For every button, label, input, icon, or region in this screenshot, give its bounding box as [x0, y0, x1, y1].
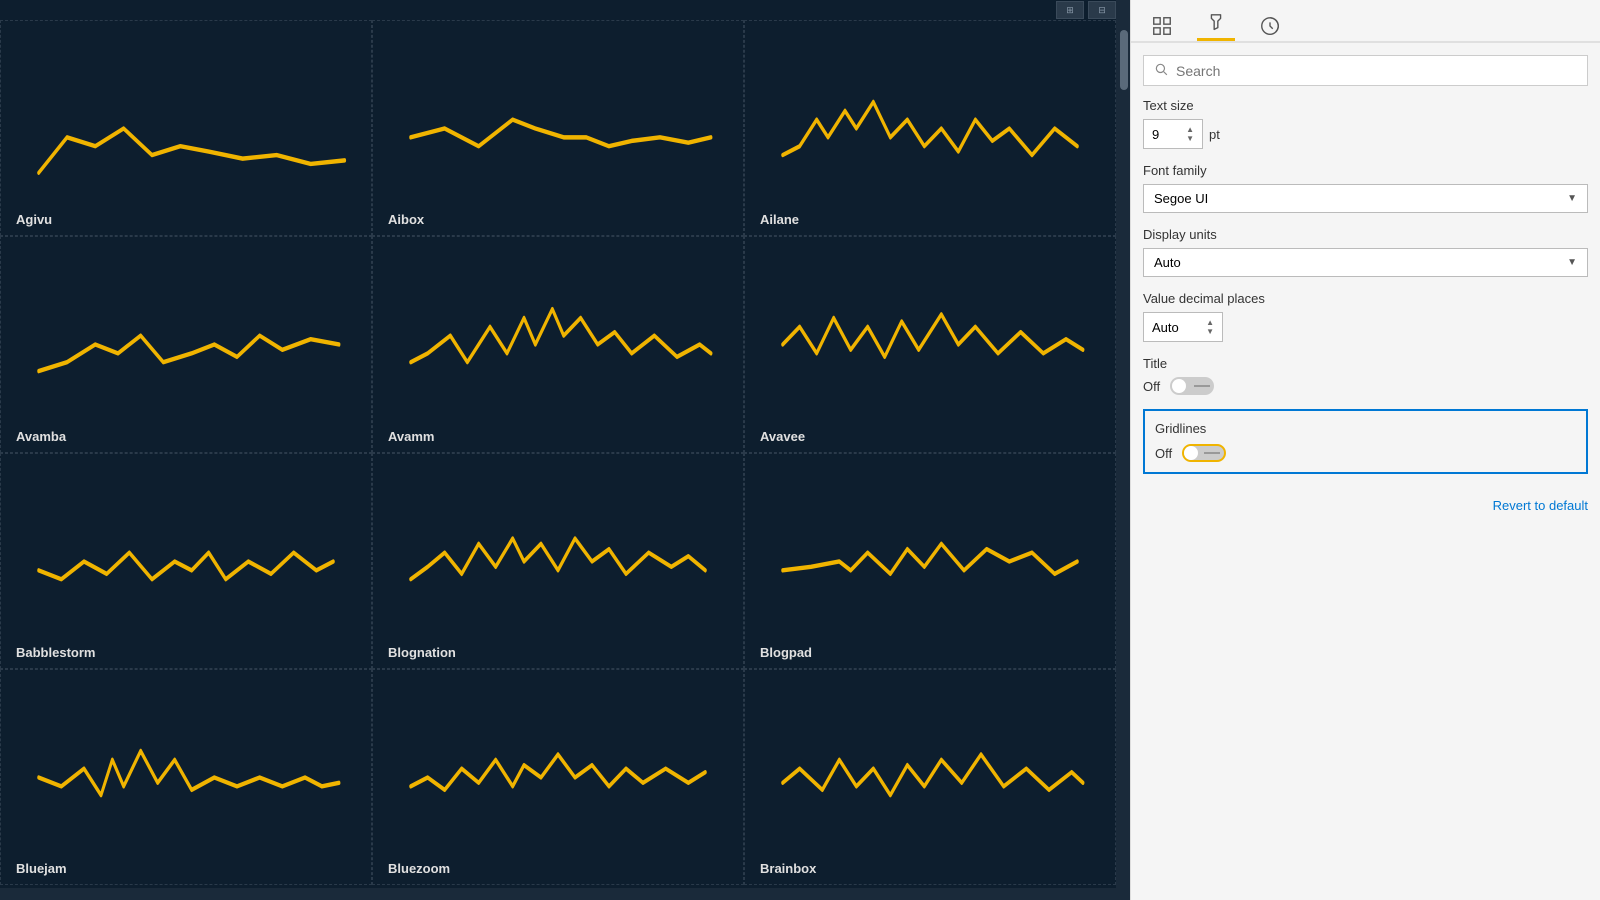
search-box[interactable]: [1143, 55, 1588, 86]
sparkline-cell-brainbox[interactable]: Brainbox: [744, 669, 1116, 885]
tab-format[interactable]: [1197, 8, 1235, 41]
sparkline-label-avamba: Avamba: [16, 429, 356, 444]
vertical-scrollbar[interactable]: [1116, 0, 1130, 900]
sparkline-cell-ailane[interactable]: Ailane: [744, 20, 1116, 236]
gridlines-highlight-box: Gridlines Off: [1143, 409, 1588, 474]
title-toggle-thumb: [1172, 379, 1186, 393]
text-size-label: Text size: [1143, 98, 1588, 113]
sparkline-blogpad: [760, 464, 1100, 641]
value-decimal-label: Value decimal places: [1143, 291, 1588, 306]
gridlines-toggle-off-label: Off: [1155, 446, 1172, 461]
sparkline-label-babblestorm: Babblestorm: [16, 645, 356, 660]
sparkline-ailane: [760, 31, 1100, 208]
value-decimal-setting: Value decimal places Auto ▲ ▼: [1143, 291, 1588, 342]
gridlines-label: Gridlines: [1155, 421, 1576, 436]
sparkline-cell-blognation[interactable]: Blognation: [372, 453, 744, 669]
title-toggle[interactable]: [1170, 377, 1214, 395]
text-size-spinner[interactable]: ▲ ▼: [1186, 125, 1194, 143]
gridlines-toggle-thumb: [1184, 446, 1198, 460]
text-size-input[interactable]: 9 ▲ ▼: [1143, 119, 1203, 149]
sparkline-grid: Agivu Aibox Ailane Avamba Avamm Avavee Babbles…: [0, 20, 1116, 885]
tab-grid[interactable]: [1143, 11, 1181, 41]
sparkline-cell-aibox[interactable]: Aibox: [372, 20, 744, 236]
sparkline-label-blognation: Blognation: [388, 645, 728, 660]
text-size-setting: Text size 9 ▲ ▼ pt: [1143, 98, 1588, 149]
sparkline-cell-avavee[interactable]: Avavee: [744, 236, 1116, 452]
sparkline-cell-bluezoom[interactable]: Bluezoom: [372, 669, 744, 885]
sparkline-cell-avamm[interactable]: Avamm: [372, 236, 744, 452]
font-family-dropdown[interactable]: Segoe UI ▼: [1143, 184, 1588, 213]
sparkline-brainbox: [760, 680, 1100, 857]
sparkline-cell-avamba[interactable]: Avamba: [0, 236, 372, 452]
sparkline-agivu: [16, 31, 356, 208]
sparkline-bluezoom: [388, 680, 728, 857]
view-icon-1[interactable]: ⊞: [1056, 1, 1084, 19]
view-icon-2[interactable]: ⊟: [1088, 1, 1116, 19]
horizontal-scrollbar[interactable]: [0, 888, 1116, 900]
sparkline-babblestorm: [16, 464, 356, 641]
sparkline-label-blogpad: Blogpad: [760, 645, 1100, 660]
display-units-label: Display units: [1143, 227, 1588, 242]
search-icon: [1154, 62, 1168, 79]
sparkline-label-bluezoom: Bluezoom: [388, 861, 728, 876]
display-units-dropdown[interactable]: Auto ▼: [1143, 248, 1588, 277]
search-input[interactable]: [1176, 63, 1577, 79]
gridlines-setting: Gridlines Off: [1143, 409, 1588, 474]
title-toggle-row: Off: [1143, 377, 1588, 395]
sparkline-avavee: [760, 247, 1100, 424]
title-toggle-line: [1194, 385, 1210, 387]
sparkline-label-agivu: Agivu: [16, 212, 356, 227]
sparkline-bluejam: [16, 680, 356, 857]
gridlines-toggle-row: Off: [1155, 444, 1576, 462]
format-panel: Text size 9 ▲ ▼ pt Font family Segoe UI …: [1130, 0, 1600, 900]
settings-section: Text size 9 ▲ ▼ pt Font family Segoe UI …: [1131, 98, 1600, 900]
font-family-setting: Font family Segoe UI ▼: [1143, 163, 1588, 213]
font-family-arrow: ▼: [1567, 193, 1577, 204]
display-units-setting: Display units Auto ▼: [1143, 227, 1588, 277]
top-bar: ⊞ ⊟: [1056, 0, 1116, 20]
decimal-spinner[interactable]: ▲ ▼: [1206, 318, 1214, 336]
sparkline-cell-agivu[interactable]: Agivu: [0, 20, 372, 236]
panel-tab-icons: [1131, 0, 1600, 43]
title-toggle-off-label: Off: [1143, 379, 1160, 394]
display-units-arrow: ▼: [1567, 257, 1577, 268]
sparkline-cell-bluejam[interactable]: Bluejam: [0, 669, 372, 885]
value-decimal-input[interactable]: Auto ▲ ▼: [1143, 312, 1223, 342]
sparkline-label-aibox: Aibox: [388, 212, 728, 227]
title-label: Title: [1143, 356, 1588, 371]
sparkline-avamm: [388, 247, 728, 424]
sparkline-cell-blogpad[interactable]: Blogpad: [744, 453, 1116, 669]
scrollbar-thumb[interactable]: [1120, 30, 1128, 90]
sparkline-label-bluejam: Bluejam: [16, 861, 356, 876]
text-size-unit: pt: [1209, 127, 1220, 142]
revert-button[interactable]: Revert to default: [1143, 488, 1588, 523]
sparkline-label-avamm: Avamm: [388, 429, 728, 444]
sparkline-label-ailane: Ailane: [760, 212, 1100, 227]
font-family-label: Font family: [1143, 163, 1588, 178]
tab-analytics[interactable]: [1251, 11, 1289, 41]
gridlines-toggle-line: [1204, 452, 1220, 454]
sparkline-label-avavee: Avavee: [760, 429, 1100, 444]
sparkline-blognation: [388, 464, 728, 641]
sparkline-aibox: [388, 31, 728, 208]
sparkline-avamba: [16, 247, 356, 424]
sparkline-cell-babblestorm[interactable]: Babblestorm: [0, 453, 372, 669]
title-setting: Title Off: [1143, 356, 1588, 395]
gridlines-toggle[interactable]: [1182, 444, 1226, 462]
sparkline-panel: ⊞ ⊟ Agivu Aibox Ailane Avamba Avamm Avavee Bab…: [0, 0, 1130, 900]
sparkline-label-brainbox: Brainbox: [760, 861, 1100, 876]
